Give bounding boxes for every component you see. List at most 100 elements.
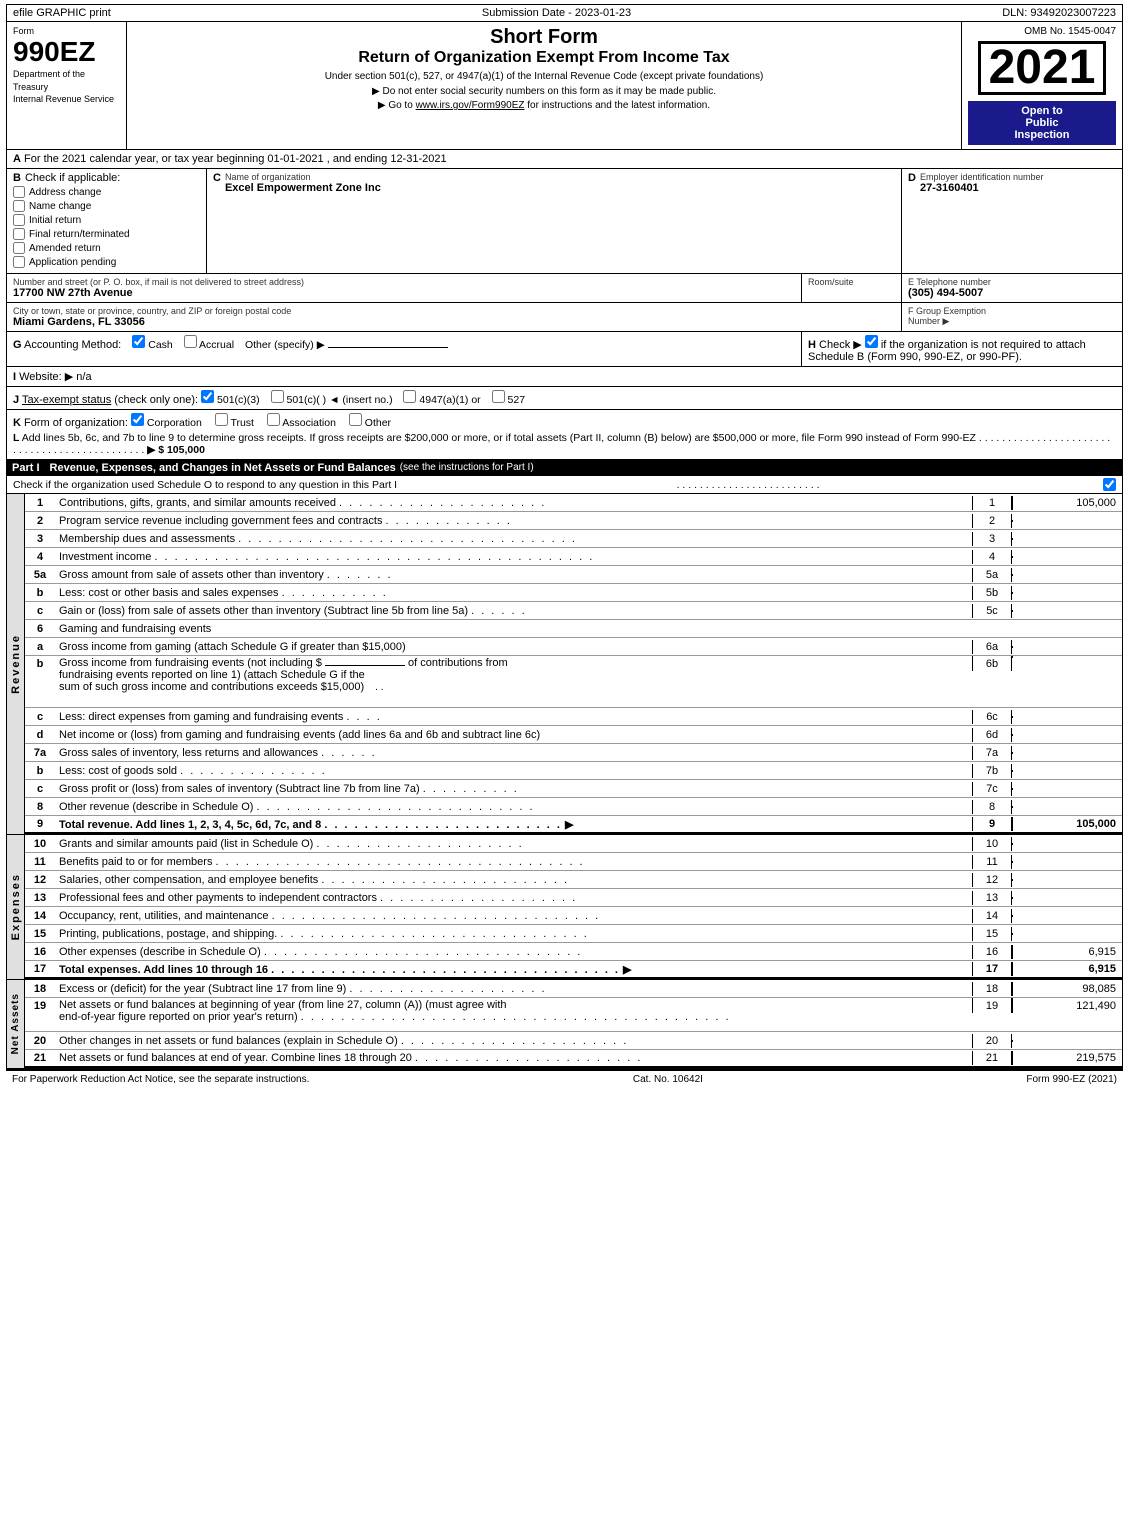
line-12-num: 12 [25, 874, 55, 886]
form-title-block: Short Form Return of Organization Exempt… [127, 22, 962, 149]
form-title1: Short Form [131, 26, 957, 49]
k-other[interactable]: Other [349, 417, 391, 429]
j-527[interactable]: 527 [492, 394, 525, 406]
section-j: J Tax-exempt status (check only one): 50… [6, 387, 1123, 410]
net-assets-lines: 18 Excess or (deficit) for the year (Sub… [25, 980, 1122, 1068]
line-13-box: 13 [972, 891, 1012, 905]
efile-label: efile GRAPHIC print [13, 7, 111, 19]
line-21: 21 Net assets or fund balances at end of… [25, 1050, 1122, 1068]
line-21-box: 21 [972, 1051, 1012, 1065]
part1-check-checkbox[interactable] [1103, 478, 1116, 491]
line-8-desc: Other revenue (describe in Schedule O) .… [55, 800, 972, 814]
section-c: C Name of organization Excel Empowerment… [207, 169, 902, 273]
line-1-desc: Contributions, gifts, grants, and simila… [55, 496, 972, 510]
cash-checkbox[interactable] [132, 335, 145, 348]
section-h-checkbox[interactable] [865, 335, 878, 348]
org-name-value: Excel Empowerment Zone Inc [225, 182, 895, 194]
section-c-label: C [213, 172, 221, 194]
line-17: 17 Total expenses. Add lines 10 through … [25, 961, 1122, 979]
k-corp-checkbox[interactable] [131, 413, 144, 426]
street-label: Number and street (or P. O. box, if mail… [13, 277, 795, 287]
line-6a-num: a [25, 641, 55, 653]
app-pending-label: Application pending [29, 257, 116, 268]
final-return-label: Final return/terminated [29, 229, 130, 240]
net-assets-side-label: Net Assets [7, 980, 25, 1068]
revenue-label: Revenue [10, 634, 22, 694]
line-7c-num: c [25, 783, 55, 795]
accrual-option[interactable]: Accrual [184, 339, 237, 351]
line-9-amount: 105,000 [1012, 817, 1122, 831]
final-return-checkbox[interactable] [13, 228, 25, 240]
line-16-num: 16 [25, 946, 55, 958]
k-trust-checkbox[interactable] [215, 413, 228, 426]
section-g: G Accounting Method: Cash Accrual Other … [7, 332, 802, 366]
line-5a-amount [1012, 574, 1122, 576]
accrual-checkbox[interactable] [184, 335, 197, 348]
line-6c-box: 6c [972, 710, 1012, 724]
line-11-amount [1012, 861, 1122, 863]
other-value[interactable] [328, 347, 448, 348]
line-7a-desc: Gross sales of inventory, less returns a… [55, 746, 972, 760]
irs-link[interactable]: www.irs.gov/Form990EZ [416, 100, 525, 111]
dots-6b: . . [375, 682, 383, 693]
section-h-text: Check ▶ [819, 339, 865, 351]
line-7a: 7a Gross sales of inventory, less return… [25, 744, 1122, 762]
line-5b-desc: Less: cost or other basis and sales expe… [55, 586, 972, 600]
part1-header: Part I Revenue, Expenses, and Changes in… [6, 460, 1123, 476]
app-pending-checkbox[interactable] [13, 256, 25, 268]
j-501c3-checkbox[interactable] [201, 390, 214, 403]
section-h: H Check ▶ if the organization is not req… [802, 332, 1122, 366]
amended-return-checkbox[interactable] [13, 242, 25, 254]
line-6-num: 6 [25, 623, 55, 635]
line-5c: c Gain or (loss) from sale of assets oth… [25, 602, 1122, 620]
j-4947-checkbox[interactable] [403, 390, 416, 403]
city-block: City or town, state or province, country… [7, 303, 902, 331]
footer-left: For Paperwork Reduction Act Notice, see … [12, 1074, 309, 1085]
j-501c-checkbox[interactable] [271, 390, 284, 403]
section-gh: G Accounting Method: Cash Accrual Other … [6, 332, 1123, 367]
line-17-amount: 6,915 [1012, 962, 1122, 976]
name-change-checkbox[interactable] [13, 200, 25, 212]
line-10-box: 10 [972, 837, 1012, 851]
line-3-amount [1012, 538, 1122, 540]
line-3-desc: Membership dues and assessments . . . . … [55, 532, 972, 546]
j-501c3[interactable]: 501(c)(3) [201, 394, 262, 406]
page-footer: For Paperwork Reduction Act Notice, see … [6, 1069, 1123, 1088]
open-public-badge: Open toPublicInspection [968, 101, 1116, 145]
j-4947[interactable]: 4947(a)(1) or [403, 394, 483, 406]
form-title2: Return of Organization Exempt From Incom… [131, 49, 957, 67]
line-7c-box: 7c [972, 782, 1012, 796]
line-2-box: 2 [972, 514, 1012, 528]
line-2-desc: Program service revenue including govern… [55, 514, 972, 528]
checkbox-name-change: Name change [13, 200, 200, 212]
address-change-checkbox[interactable] [13, 186, 25, 198]
line-18-num: 18 [25, 983, 55, 995]
initial-return-checkbox[interactable] [13, 214, 25, 226]
k-assoc-checkbox[interactable] [267, 413, 280, 426]
part1-title: Revenue, Expenses, and Changes in Net As… [50, 462, 396, 474]
street-address-block: Number and street (or P. O. box, if mail… [7, 274, 802, 302]
k-assoc[interactable]: Association [267, 417, 339, 429]
section-i-text: Website: ▶ [19, 371, 73, 383]
line-7c-amount [1012, 788, 1122, 790]
j-501c[interactable]: 501(c)( ) ◄ (insert no.) [271, 394, 396, 406]
j-527-checkbox[interactable] [492, 390, 505, 403]
line-9: 9 Total revenue. Add lines 1, 2, 3, 4, 5… [25, 816, 1122, 834]
k-trust[interactable]: Trust [215, 417, 257, 429]
k-other-checkbox[interactable] [349, 413, 362, 426]
line-7b-amount [1012, 770, 1122, 772]
cash-label: Cash [148, 339, 173, 351]
line-9-box: 9 [972, 817, 1012, 831]
cash-option[interactable]: Cash [132, 339, 175, 351]
k-corp[interactable]: Corporation [131, 417, 205, 429]
section-kl: K Form of organization: Corporation Trus… [6, 410, 1123, 460]
line-13-amount [1012, 897, 1122, 899]
ein-label: Employer identification number [920, 172, 1044, 182]
line-14-box: 14 [972, 909, 1012, 923]
line-20-num: 20 [25, 1035, 55, 1047]
section-l-text: Add lines 5b, 6c, and 7b to line 9 to de… [22, 432, 979, 444]
revenue-section: Revenue 1 Contributions, gifts, grants, … [6, 494, 1123, 835]
form-word: Form [13, 26, 120, 36]
line-10-amount [1012, 843, 1122, 845]
section-a: A For the 2021 calendar year, or tax yea… [6, 150, 1123, 169]
